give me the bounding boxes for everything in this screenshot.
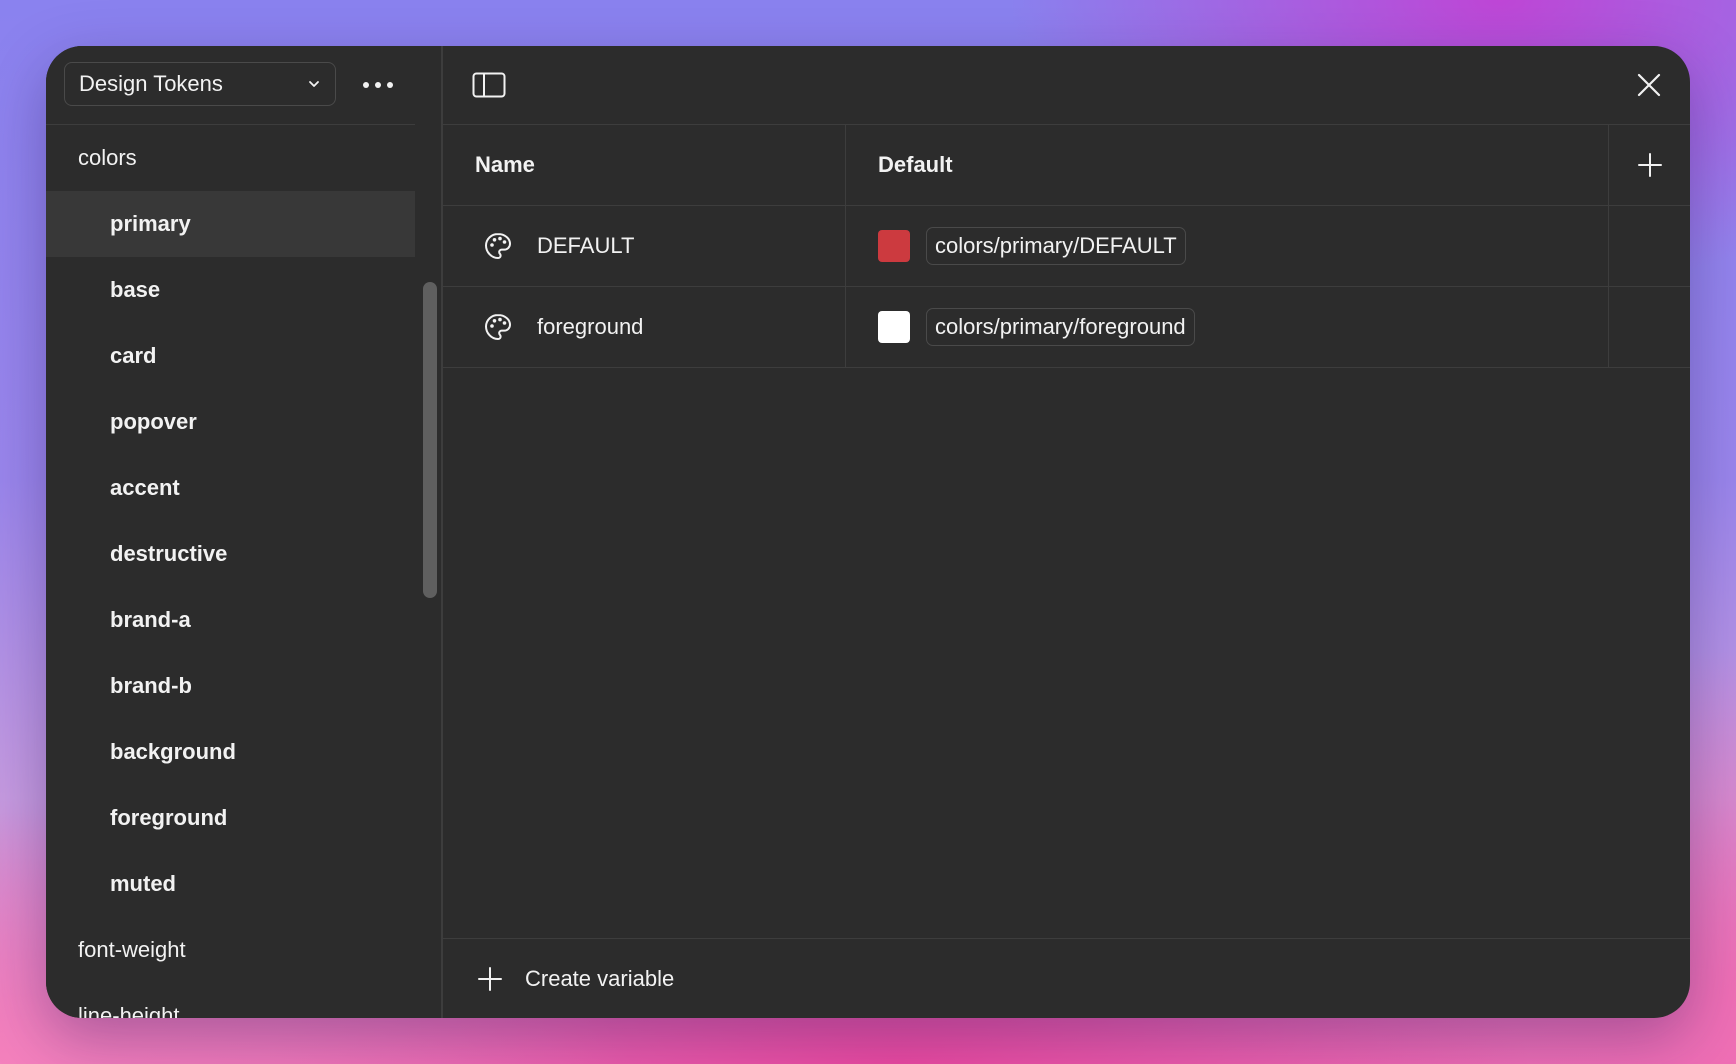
variable-name-cell[interactable]: foreground: [443, 287, 846, 367]
sidebar-item-popover[interactable]: popover: [46, 389, 415, 455]
variables-window: Design Tokens colors primary base card popov…: [46, 46, 1690, 1018]
chevron-down-icon: [307, 77, 321, 91]
table-row[interactable]: foreground colors/primary/foreground: [443, 287, 1690, 368]
collection-select[interactable]: Design Tokens: [64, 62, 336, 106]
sidebar-scrollbar-thumb[interactable]: [423, 282, 437, 598]
sidebar-item-label: foreground: [110, 805, 228, 830]
add-mode-button[interactable]: [1635, 150, 1665, 180]
sidebar-item-label: brand-b: [110, 673, 192, 698]
color-swatch[interactable]: [878, 311, 910, 343]
plus-icon: [475, 964, 505, 994]
table-header-row: Name Default: [443, 125, 1690, 206]
sidebar-item-foreground[interactable]: foreground: [46, 785, 415, 851]
sidebar-item-label: accent: [110, 475, 180, 500]
color-swatch[interactable]: [878, 230, 910, 262]
sidebar-item-label: popover: [110, 409, 197, 434]
sidebar-item-label: line-height: [78, 1003, 180, 1018]
alias-reference-chip[interactable]: colors/primary/foreground: [926, 308, 1195, 346]
toggle-sidebar-button[interactable]: [471, 68, 507, 102]
plus-icon: [1637, 153, 1662, 177]
close-button[interactable]: [1632, 68, 1666, 102]
sidebar-item-label: card: [110, 343, 157, 368]
palette-icon: [483, 231, 513, 261]
more-icon: [363, 82, 393, 88]
column-header-default: Default: [846, 125, 1609, 205]
sidebar-header: Design Tokens: [46, 46, 415, 125]
row-extra-cell: [1609, 206, 1690, 286]
variable-default-cell: colors/primary/DEFAULT: [846, 206, 1609, 286]
variable-name-cell[interactable]: DEFAULT: [443, 206, 846, 286]
sidebar-item-label: destructive: [110, 541, 228, 566]
variable-name: DEFAULT: [537, 233, 635, 258]
sidebar-item-card[interactable]: card: [46, 323, 415, 389]
sidebar-item-label: colors: [78, 145, 137, 170]
sidebar: Design Tokens colors primary base card popov…: [46, 46, 416, 1018]
sidebar-item-font-weight[interactable]: font-weight: [46, 917, 415, 983]
sidebar-item-colors[interactable]: colors: [46, 125, 415, 191]
column-header-name: Name: [443, 125, 846, 205]
sidebar-item-accent[interactable]: accent: [46, 455, 415, 521]
sidebar-item-label: base: [110, 277, 161, 302]
sidebar-panel-icon: [472, 72, 506, 98]
sidebar-item-primary[interactable]: primary: [46, 191, 415, 257]
add-column-cell: [1609, 125, 1690, 205]
sidebar-item-label: muted: [110, 871, 176, 896]
collection-tree: colors primary base card popover accent destru…: [46, 125, 415, 1018]
sidebar-item-destructive[interactable]: destructive: [46, 521, 415, 587]
sidebar-item-label: font-weight: [78, 937, 186, 962]
sidebar-item-label: primary: [110, 211, 191, 236]
variables-table: Name Default DEFAULT colors/primary/DEFAU…: [443, 125, 1690, 368]
collection-select-label: Design Tokens: [79, 71, 223, 96]
variable-default-cell: colors/primary/foreground: [846, 287, 1609, 367]
close-icon: [1637, 73, 1661, 97]
table-row[interactable]: DEFAULT colors/primary/DEFAULT: [443, 206, 1690, 287]
sidebar-item-brand-b[interactable]: brand-b: [46, 653, 415, 719]
main-header: [443, 46, 1690, 125]
more-options-button[interactable]: [358, 70, 398, 100]
create-variable-button[interactable]: Create variable: [443, 938, 1690, 1018]
row-extra-cell: [1609, 287, 1690, 367]
palette-icon: [483, 312, 513, 342]
create-variable-label: Create variable: [525, 965, 675, 991]
sidebar-item-label: background: [110, 739, 236, 764]
sidebar-item-muted[interactable]: muted: [46, 851, 415, 917]
sidebar-item-base[interactable]: base: [46, 257, 415, 323]
sidebar-item-line-height[interactable]: line-height: [46, 983, 415, 1018]
main-panel: Name Default DEFAULT colors/primary/DEFAU…: [443, 46, 1690, 1018]
variable-name: foreground: [537, 314, 644, 339]
alias-reference-chip[interactable]: colors/primary/DEFAULT: [926, 227, 1186, 265]
sidebar-item-brand-a[interactable]: brand-a: [46, 587, 415, 653]
sidebar-item-background[interactable]: background: [46, 719, 415, 785]
sidebar-item-label: brand-a: [110, 607, 191, 632]
